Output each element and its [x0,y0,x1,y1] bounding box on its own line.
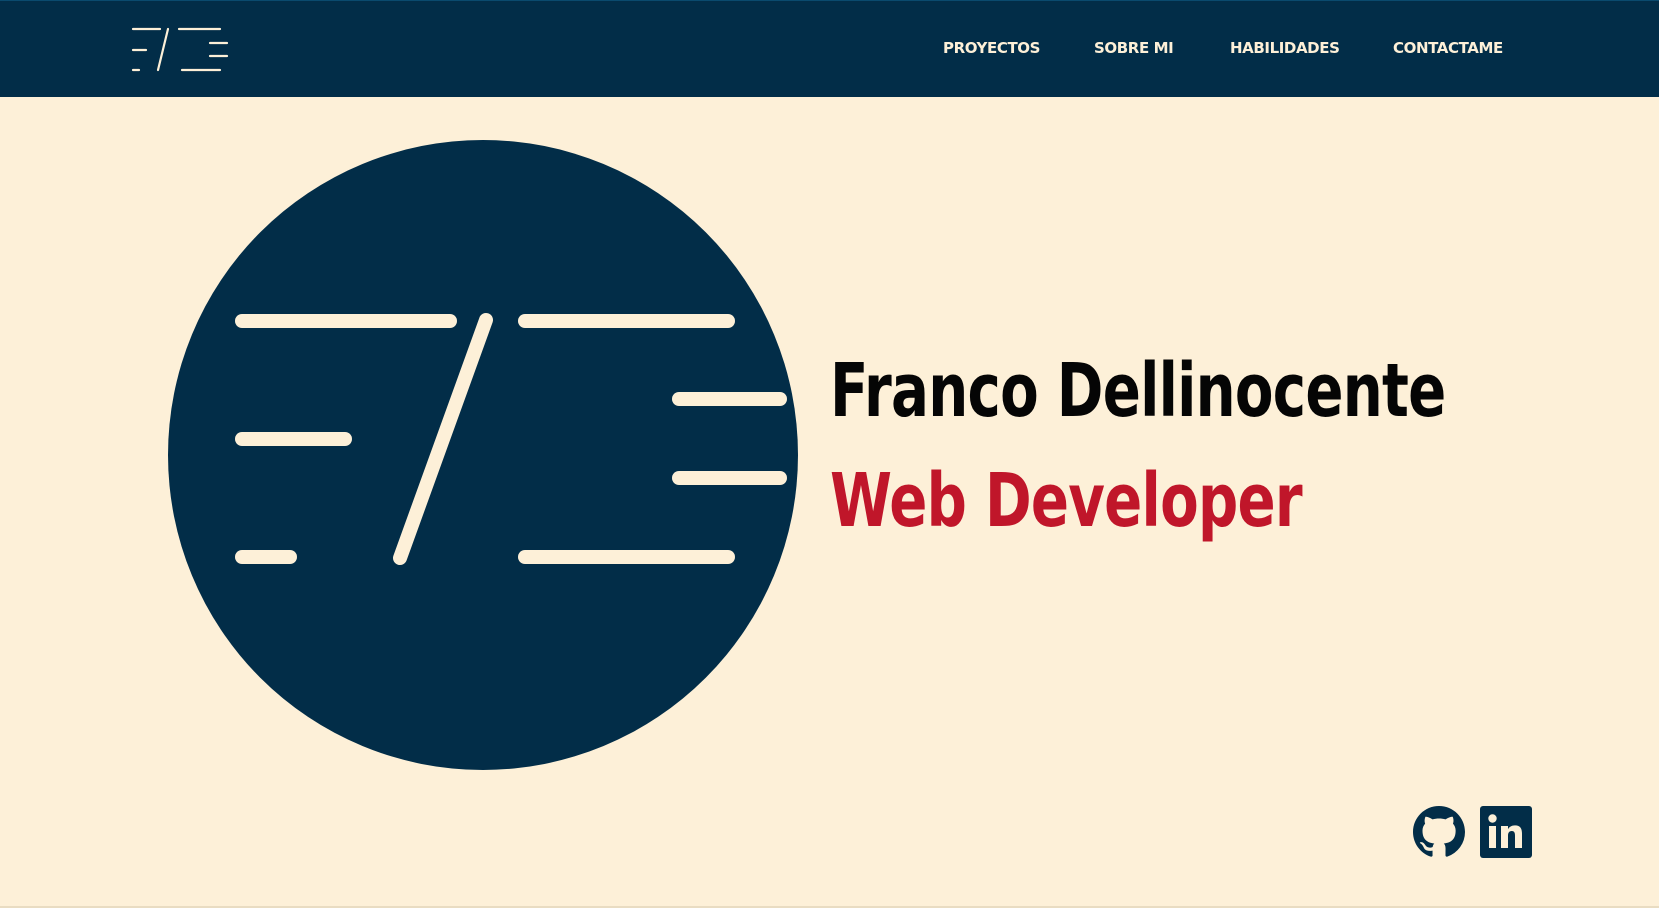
nav-link-proyectos[interactable]: PROYECTOS [943,39,1040,57]
fd-circle-logo-icon [168,140,798,770]
social-links [0,806,1659,858]
hero-role: Web Developer [830,458,1303,544]
nav-links: PROYECTOS SOBRE MI HABILIDADES CONTACTAM… [0,39,1659,63]
github-icon[interactable] [1413,806,1465,858]
hero-name: Franco Dellinocente [830,348,1446,434]
nav-link-habilidades[interactable]: HABILIDADES [1230,39,1340,57]
nav-link-contactame[interactable]: CONTACTAME [1393,39,1503,57]
hero-text: Franco Dellinocente Web Developer [830,350,1610,542]
navbar: PROYECTOS SOBRE MI HABILIDADES CONTACTAM… [0,0,1659,97]
linkedin-icon[interactable] [1480,806,1532,858]
nav-link-sobre-mi[interactable]: SOBRE MI [1094,39,1174,57]
